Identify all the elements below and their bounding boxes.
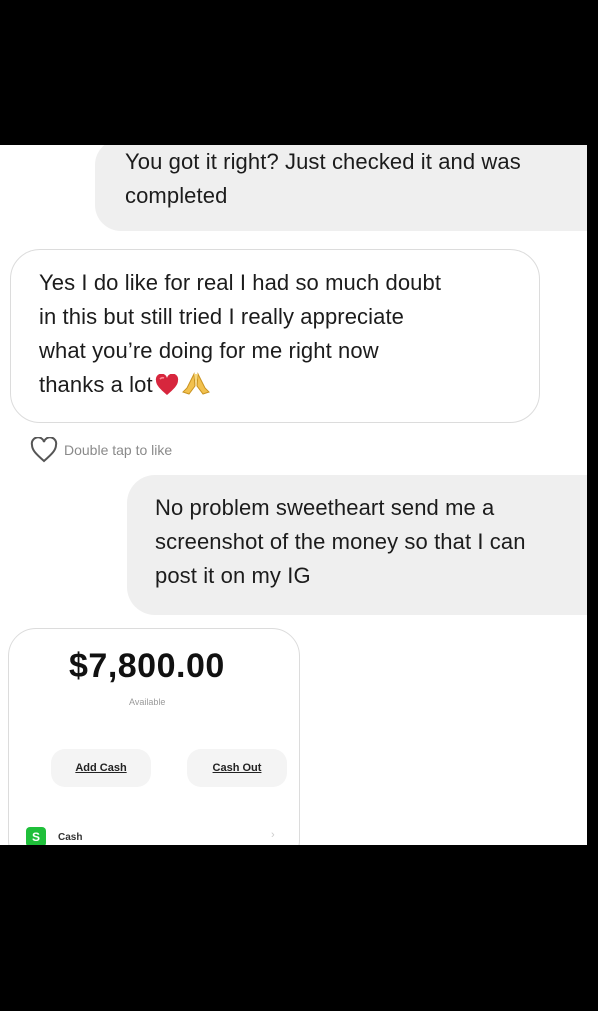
message-text: what you’re doing for me right now — [39, 338, 379, 363]
message-text: You got it right? Just checked it and wa… — [125, 149, 521, 174]
message-text: screenshot of the money so that I can — [155, 529, 526, 554]
heart-outline-icon — [30, 437, 58, 463]
balance-label: Available — [129, 697, 166, 707]
message-text: thanks a lot — [39, 372, 153, 397]
message-text: post it on my IG — [155, 563, 311, 588]
cash-row[interactable]: S Cash — [26, 827, 82, 845]
cash-out-button[interactable]: Cash Out — [187, 749, 287, 787]
message-text: in this but still tried I really appreci… — [39, 304, 405, 329]
message-text: Yes I do like for real I had so much dou… — [39, 270, 442, 295]
balance-amount: $7,800.00 — [69, 647, 225, 685]
folded-hands-emoji — [181, 372, 211, 406]
chevron-right-icon: › — [271, 829, 275, 841]
shared-screenshot[interactable]: $7,800.00 Available Add Cash Cash Out S … — [8, 628, 300, 845]
message-text: completed — [125, 183, 228, 208]
cash-row-label: Cash — [58, 831, 83, 843]
sent-message-bubble[interactable]: No problem sweetheart send me a screensh… — [127, 475, 587, 615]
message-text: No problem sweetheart send me a — [155, 495, 495, 520]
heart-emoji — [155, 372, 179, 406]
like-hint-label: Double tap to like — [64, 442, 173, 458]
sent-message-bubble[interactable]: You got it right? Just checked it and wa… — [95, 145, 587, 231]
double-tap-hint[interactable]: Double tap to like — [30, 437, 172, 463]
received-message-bubble[interactable]: Yes I do like for real I had so much dou… — [10, 249, 540, 423]
chat-screen: You got it right? Just checked it and wa… — [0, 145, 587, 845]
cash-app-icon: S — [26, 827, 46, 845]
add-cash-button[interactable]: Add Cash — [51, 749, 151, 787]
